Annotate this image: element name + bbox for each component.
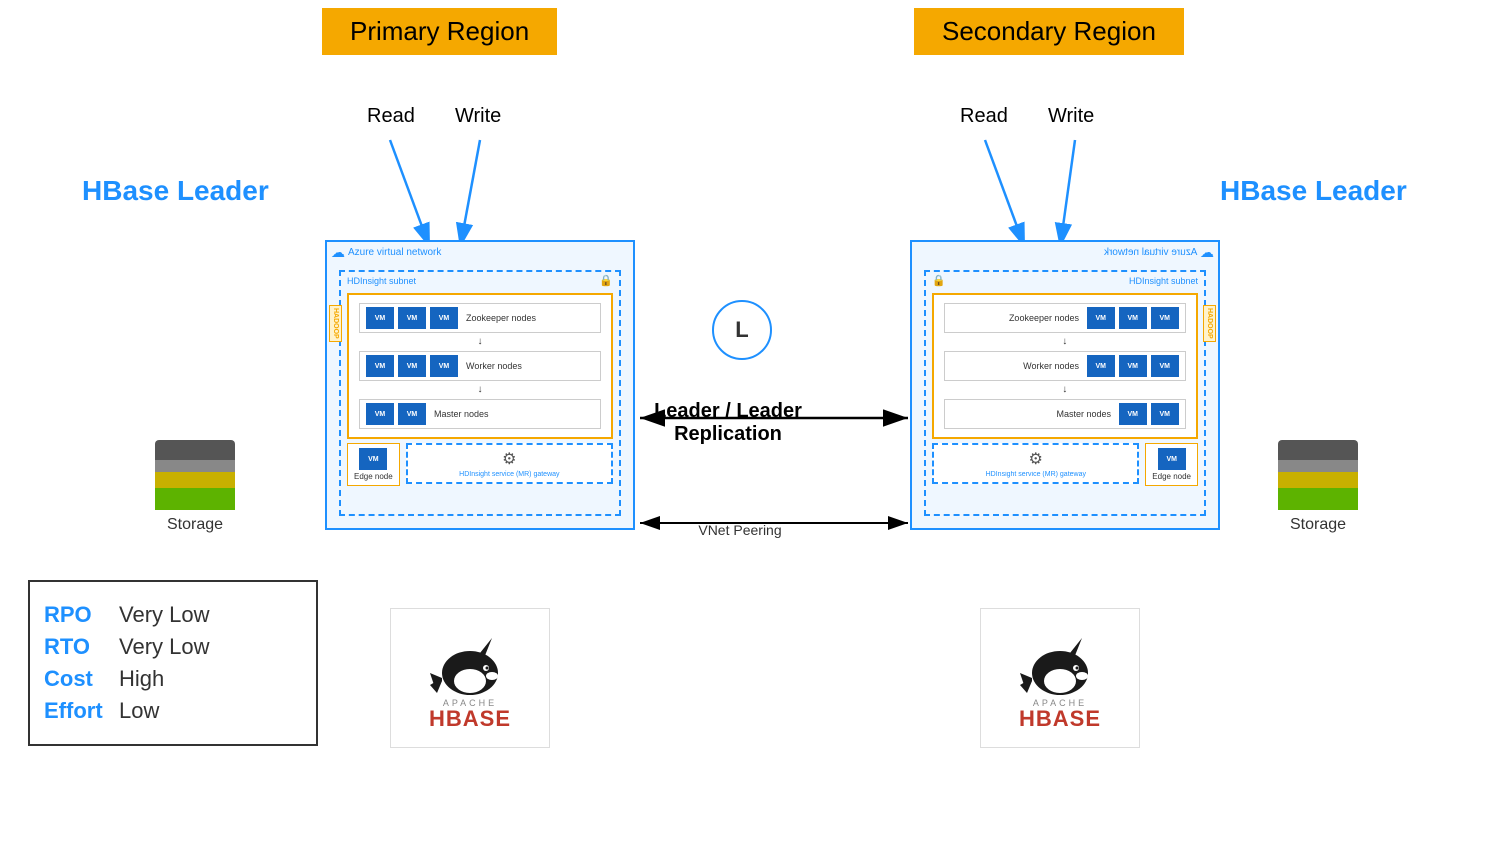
svg-text:HBASE: HBASE <box>429 706 511 731</box>
replication-text: Leader / Leader Replication <box>618 400 838 446</box>
secondary-hdinsight-subnet: HDInsight subnet 🔒 VM VM VM Zookeeper no… <box>924 270 1206 516</box>
primary-hbase-leader: HBase Leader <box>82 175 269 207</box>
gear-icon: ⚙ <box>502 449 516 469</box>
secondary-hdinsight-service: ⚙ HDInsight service (MR) gateway <box>932 443 1139 484</box>
effort-key: Effort <box>44 698 119 724</box>
cost-key: Cost <box>44 666 119 692</box>
secondary-storage: Storage <box>1278 440 1358 534</box>
primary-azure-box: ☁ Azure virtual network HDInsight subnet… <box>325 240 635 530</box>
worker-row: VM VM VM Worker nodes <box>359 351 601 381</box>
secondary-hbase-logo: APACHE HBASE <box>980 608 1140 748</box>
primary-hbase-logo: APACHE HBASE <box>390 608 550 748</box>
secondary-master-row: VM VM Master nodes <box>944 399 1186 429</box>
vnet-peering-text: VNet Peering <box>640 522 840 538</box>
secondary-hbase-leader: HBase Leader <box>1220 175 1407 207</box>
hadoop-label: HADOOP <box>329 305 342 342</box>
secondary-write-label: Write <box>1048 105 1094 128</box>
secondary-azure-box: ☁ Azure virtual network HDInsight subnet… <box>910 240 1220 530</box>
metrics-box: RPO Very Low RTO Very Low Cost High Effo… <box>28 580 318 746</box>
primary-storage: Storage <box>155 440 235 534</box>
effort-value: Low <box>119 698 159 724</box>
cost-value: High <box>119 666 164 692</box>
primary-hdinsight-subnet: HDInsight subnet 🔒 VM VM VM Zookeeper no… <box>339 270 621 516</box>
lock-icon: 🔒 <box>599 274 613 287</box>
rto-value: Very Low <box>119 634 210 660</box>
secondary-region-label: Secondary Region <box>914 8 1184 55</box>
rto-key: RTO <box>44 634 119 660</box>
lock-icon-secondary: 🔒 <box>932 274 946 287</box>
hdinsight-service: ⚙ HDInsight service (MR) gateway <box>406 443 613 484</box>
secondary-edge-node: VM Edge node <box>1145 443 1198 486</box>
primary-read-label: Read <box>367 105 415 128</box>
primary-region-label: Primary Region <box>322 8 557 55</box>
cloud-icon-secondary: ☁ <box>1200 244 1214 261</box>
secondary-read-label: Read <box>960 105 1008 128</box>
secondary-worker-row: VM VM VM Worker nodes <box>944 351 1186 381</box>
rpo-key: RPO <box>44 602 119 628</box>
rpo-value: Very Low <box>119 602 210 628</box>
cloud-icon: ☁ <box>331 244 345 261</box>
svg-text:HBASE: HBASE <box>1019 706 1101 731</box>
hadoop-label-secondary: HADOOP <box>1203 305 1216 342</box>
zookeeper-row: VM VM VM Zookeeper nodes <box>359 303 601 333</box>
center-circle-text: L <box>735 317 748 343</box>
secondary-zookeeper-row: VM VM VM Zookeeper nodes <box>944 303 1186 333</box>
master-row: VM VM Master nodes <box>359 399 601 429</box>
primary-write-label: Write <box>455 105 501 128</box>
edge-node: VM Edge node <box>347 443 400 486</box>
center-circle: L <box>712 300 772 360</box>
